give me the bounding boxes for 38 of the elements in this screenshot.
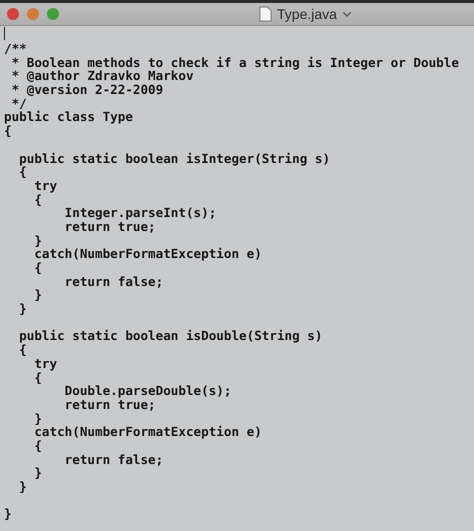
code-line: }: [4, 506, 12, 522]
code-line: * @author Zdravko Markov: [10, 68, 194, 84]
code-line: {: [18, 342, 27, 358]
code-line: return true;: [64, 396, 156, 412]
code-line: {: [33, 260, 42, 275]
code-line: {: [33, 370, 42, 384]
code-line: return false;: [64, 452, 164, 467]
code-line: try: [33, 178, 58, 193]
code-line: }: [33, 465, 42, 480]
minimize-button[interactable]: [27, 8, 39, 20]
code-line: }: [18, 479, 27, 494]
code-line: try: [33, 356, 58, 371]
zoom-button[interactable]: [47, 8, 59, 20]
code-line: */: [12, 96, 27, 111]
code-line: Integer.parseInt(s);: [64, 205, 216, 220]
code-line: }: [33, 232, 42, 248]
code-line: public class Type: [4, 109, 133, 124]
code-line: * Boolean methods to check if a string is Integer or Double: [10, 54, 459, 70]
code-line: {: [4, 123, 12, 138]
code-line: * @version 2-22-2009: [10, 82, 164, 98]
code-line: /**: [4, 41, 27, 56]
code-line: Double.parseDouble(s);: [64, 383, 232, 398]
code-line: catch(NumberFormatException e): [33, 424, 262, 440]
chevron-icon[interactable]: [342, 10, 352, 18]
code-line: }: [33, 410, 42, 426]
code-line: }: [18, 301, 27, 316]
close-button[interactable]: [7, 8, 19, 20]
code-line: return true;: [64, 218, 156, 234]
code-line: {: [33, 192, 42, 207]
code-line: public static boolean isDouble(String s): [18, 328, 322, 344]
code-line: catch(NumberFormatException e): [33, 246, 262, 262]
document-icon: [259, 6, 272, 22]
window-title[interactable]: Type.java: [277, 6, 337, 22]
code-line: public static boolean isInteger(String s): [18, 150, 330, 166]
code-line: {: [18, 164, 27, 180]
code-line: return false;: [64, 274, 164, 289]
code-line: {: [33, 438, 42, 453]
code-line: }: [33, 287, 42, 302]
